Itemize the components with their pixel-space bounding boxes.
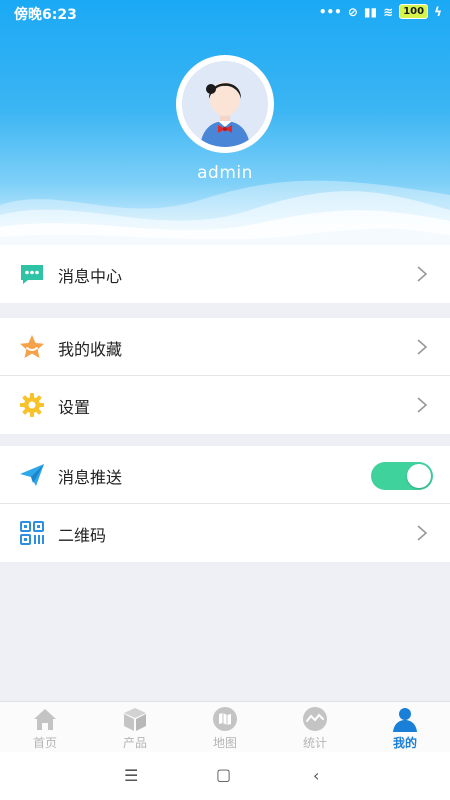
tab-label: 产品 [122, 736, 147, 750]
tab-statistics[interactable]: 统计 [270, 702, 360, 753]
menu-group-personal: 我的收藏 设置 [0, 318, 450, 434]
alarm-off-icon: ⊘ [347, 4, 358, 19]
chevron-right-icon [417, 339, 428, 355]
menu-item-favorites[interactable]: 我的收藏 [0, 318, 450, 376]
tab-label: 我的 [392, 736, 417, 750]
tab-label: 统计 [302, 736, 327, 750]
box-icon [124, 708, 146, 731]
menu-group-messages: 消息中心 [0, 245, 450, 303]
bottom-tab-bar: 首页 产品 地图 统计 我的 [0, 701, 450, 753]
tab-home[interactable]: 首页 [0, 702, 90, 753]
menu-nav-icon[interactable]: ☰ [124, 766, 138, 785]
status-time: 傍晚6:23 [14, 7, 77, 23]
menu-item-label: 二维码 [58, 526, 107, 545]
paper-plane-icon [20, 464, 44, 486]
menu-item-qr-code[interactable]: 二维码 [0, 504, 450, 562]
tab-label: 地图 [212, 736, 237, 750]
menu-item-label: 设置 [58, 398, 91, 417]
username: admin [197, 163, 253, 183]
battery-indicator: 100 [399, 4, 429, 19]
signal-icon: ▮▮ [363, 4, 378, 19]
tab-mine[interactable]: 我的 [360, 702, 450, 753]
menu-group-tools: 消息推送 二维码 [0, 446, 450, 562]
chat-bubble-icon [21, 265, 43, 284]
toggle-knob [407, 464, 431, 488]
menu-item-push-notifications: 消息推送 [0, 446, 450, 504]
status-bar: 傍晚6:23 ••• ⊘ ▮▮ ≋ 100 ϟ [0, 0, 450, 26]
status-icons: ••• ⊘ ▮▮ ≋ 100 ϟ [319, 4, 442, 19]
avatar-image [182, 61, 268, 147]
charging-icon: ϟ [434, 4, 442, 19]
user-icon [393, 708, 417, 732]
system-nav-bar: ☰ ▢ ‹ [0, 752, 450, 800]
person-avatar-icon [182, 61, 268, 147]
back-nav-icon[interactable]: ‹ [313, 766, 319, 785]
wifi-icon: ≋ [383, 4, 394, 19]
tab-label: 首页 [32, 736, 57, 750]
menu-item-settings[interactable]: 设置 [0, 376, 450, 434]
menu-item-label: 消息中心 [58, 267, 123, 286]
qr-code-icon [20, 521, 44, 545]
more-dots-icon: ••• [318, 4, 342, 19]
home-icon [34, 709, 56, 730]
avatar[interactable] [176, 55, 274, 153]
tab-products[interactable]: 产品 [90, 702, 180, 753]
menu-item-label: 我的收藏 [58, 340, 123, 359]
menu-item-message-center[interactable]: 消息中心 [0, 245, 450, 303]
map-icon [213, 707, 237, 731]
chevron-right-icon [417, 525, 428, 541]
menu-item-label: 消息推送 [58, 468, 123, 487]
gear-icon [20, 393, 44, 417]
star-icon [20, 335, 44, 358]
chevron-right-icon [417, 397, 428, 413]
home-nav-icon[interactable]: ▢ [216, 765, 231, 784]
push-toggle-switch[interactable] [371, 462, 433, 490]
profile-header: 傍晚6:23 ••• ⊘ ▮▮ ≋ 100 ϟ admin [0, 0, 450, 245]
chevron-right-icon [417, 266, 428, 282]
tab-map[interactable]: 地图 [180, 702, 270, 753]
stats-icon [303, 707, 327, 731]
